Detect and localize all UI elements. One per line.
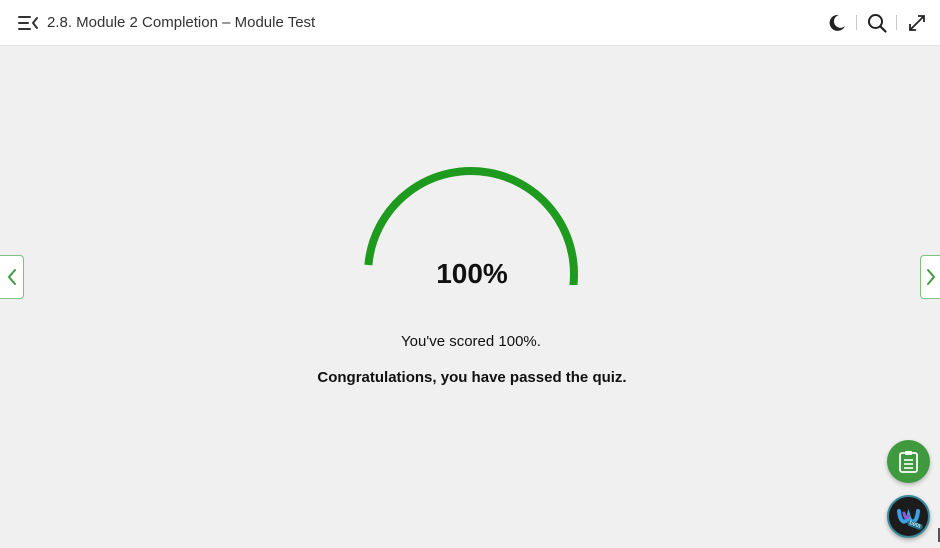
moon-icon[interactable] (826, 12, 848, 34)
search-icon[interactable] (866, 12, 888, 34)
webex-assistant-button[interactable]: beta (887, 495, 930, 538)
chevron-right-icon (926, 269, 935, 285)
score-percentage: 100% (436, 258, 508, 289)
page-title: 2.8. Module 2 Completion – Module Test (47, 14, 316, 31)
top-bar: 2.8. Module 2 Completion – Module Test (0, 0, 940, 46)
toolbar-divider (896, 15, 897, 30)
quiz-result-area (0, 47, 940, 548)
toolbar-divider (856, 15, 857, 30)
clipboard-icon (899, 451, 918, 473)
scored-message: You've scored 100%. (401, 333, 541, 350)
notes-button[interactable] (887, 440, 930, 483)
pass-message: Congratulations, you have passed the qui… (317, 369, 627, 386)
menu-collapse-icon[interactable] (16, 12, 40, 34)
next-page-button[interactable] (920, 255, 940, 299)
previous-page-button[interactable] (0, 255, 24, 299)
chevron-left-icon (7, 269, 16, 285)
expand-icon[interactable] (906, 12, 928, 34)
